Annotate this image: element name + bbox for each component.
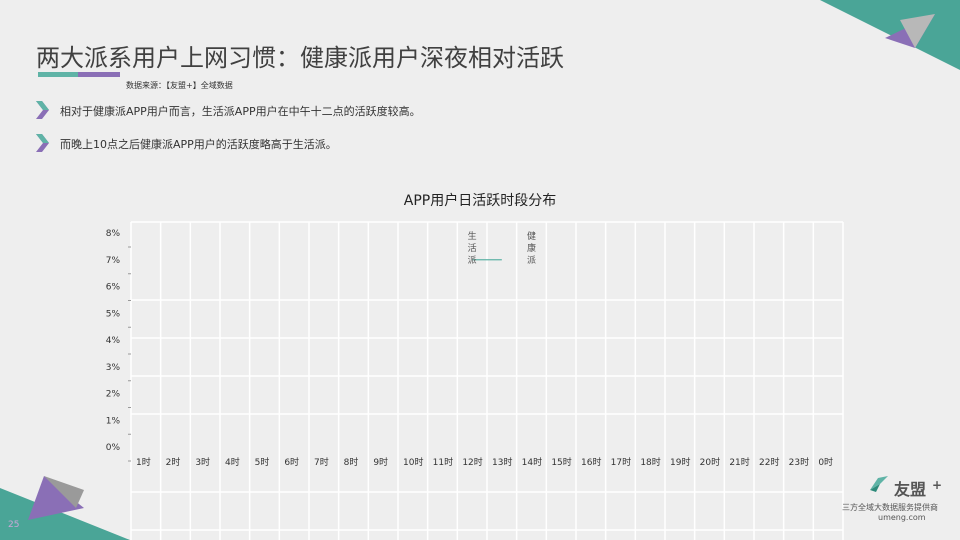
x-tick-label: 14时	[522, 456, 542, 468]
x-tick-label: 0时	[818, 456, 833, 468]
x-tick-label: 1时	[136, 456, 151, 468]
x-tick-label: 23时	[789, 456, 809, 468]
x-tick-label: 5时	[255, 456, 270, 468]
x-tick-label: 8时	[344, 456, 359, 468]
page-number: 25	[8, 520, 20, 530]
activity-line-chart: 8% 7% 6% 5% 4% 3% 2% 1% 0% 1时 2时 3时 4时 5时 6时 7时 8时 9时 10时 1…	[106, 221, 844, 540]
x-tick-label: 22时	[759, 456, 779, 468]
y-tick-label: 5%	[106, 309, 121, 319]
y-tick-label: 3%	[106, 363, 121, 373]
x-tick-label: 18时	[640, 456, 660, 468]
x-tick-label: 6时	[284, 456, 299, 468]
y-tick-label: 4%	[106, 336, 121, 346]
x-tick-label: 13时	[492, 456, 512, 468]
x-tick-label: 17时	[611, 456, 631, 468]
x-tick-label: 21时	[729, 456, 749, 468]
y-tick-label: 1%	[106, 416, 121, 426]
brand-url: umeng.com	[878, 513, 926, 522]
brand-plus: +	[932, 478, 943, 492]
x-tick-label: 19时	[670, 456, 690, 468]
legend-label: 生活派	[468, 230, 477, 266]
y-tick-label: 8%	[106, 229, 121, 239]
brand-tagline: 三方全域大数据服务提供商	[842, 503, 938, 512]
legend-label: 健康派	[527, 230, 536, 266]
x-tick-label: 9时	[373, 456, 388, 468]
x-tick-label: 12时	[462, 456, 482, 468]
y-tick-label: 2%	[106, 390, 121, 400]
y-tick-label: 0%	[106, 443, 121, 453]
brand-name: 友盟	[894, 480, 927, 499]
x-tick-label: 15时	[551, 456, 571, 468]
x-tick-label: 3时	[195, 456, 210, 468]
x-tick-label: 11时	[433, 456, 453, 468]
umeng-logo-icon	[870, 476, 888, 492]
x-tick-label: 4时	[225, 456, 240, 468]
x-tick-label: 2时	[166, 456, 181, 468]
x-tick-label: 20时	[700, 456, 720, 468]
y-tick-label: 7%	[106, 256, 121, 266]
y-tick-label: 6%	[106, 283, 121, 293]
x-tick-label: 7时	[314, 456, 329, 468]
x-tick-label: 10时	[403, 456, 423, 468]
x-tick-label: 16时	[581, 456, 601, 468]
